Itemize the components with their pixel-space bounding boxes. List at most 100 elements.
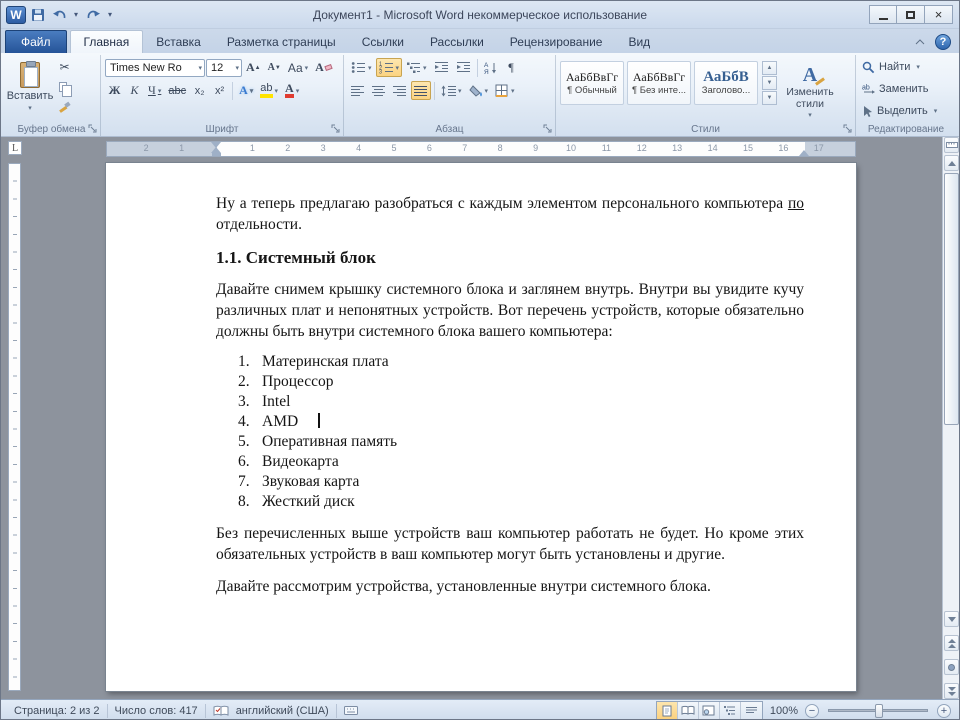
clear-formatting-button[interactable]: А (312, 58, 335, 77)
qat-customize-button[interactable]: ▾ (105, 6, 115, 24)
right-indent-marker[interactable] (799, 150, 809, 156)
bullets-button[interactable] (348, 58, 375, 77)
font-size-combo[interactable]: 12 ▾ (206, 58, 242, 77)
align-center-button[interactable] (369, 81, 389, 100)
tab-view[interactable]: Вид (615, 31, 663, 53)
select-browse-object-button[interactable] (944, 659, 959, 675)
web-layout-view-button[interactable] (699, 702, 720, 719)
styles-scroll-up-button[interactable]: ▲ (762, 61, 777, 75)
fullscreen-reading-view-button[interactable] (678, 702, 699, 719)
style-normal[interactable]: АаБбВвГг ¶ Обычный (560, 61, 624, 105)
tab-file[interactable]: Файл (5, 30, 67, 53)
subscript-button[interactable]: x₂ (190, 81, 209, 100)
undo-button[interactable] (50, 6, 68, 24)
styles-scroll-down-button[interactable]: ▼ (762, 76, 777, 90)
input-mode-icon[interactable] (337, 700, 365, 720)
font-color-button[interactable]: А (282, 81, 302, 100)
previous-page-button[interactable] (944, 635, 959, 651)
minimize-button[interactable] (869, 5, 897, 24)
grow-font-button[interactable]: А ▲ (243, 58, 264, 77)
italic-button[interactable]: К (125, 81, 144, 100)
paste-button[interactable]: Вставить ▾ (7, 57, 53, 121)
document-page[interactable]: Ну а теперь предлагаю разобраться с кажд… (106, 163, 856, 691)
tab-insert[interactable]: Вставка (143, 31, 214, 53)
list-text: Процессор (262, 373, 334, 390)
word-logo-icon[interactable]: W (6, 5, 26, 24)
copy-button[interactable] (55, 77, 74, 97)
highlight-color-button[interactable]: ab (257, 81, 281, 100)
style-heading1[interactable]: АаБбВ Заголово... (694, 61, 758, 105)
word-count[interactable]: Число слов: 417 (108, 700, 205, 719)
dialog-launcher-icon (331, 124, 340, 133)
scrollbar-thumb[interactable] (944, 173, 959, 425)
show-marks-button[interactable]: ¶ (502, 58, 521, 77)
vertical-scrollbar[interactable] (942, 137, 959, 699)
redo-button[interactable] (84, 6, 102, 24)
outline-view-button[interactable] (720, 702, 741, 719)
change-case-button[interactable]: Аа (285, 58, 311, 77)
tab-mailings[interactable]: Рассылки (417, 31, 497, 53)
tab-home[interactable]: Главная (69, 30, 144, 53)
line-spacing-button[interactable] (438, 81, 465, 100)
horizontal-ruler[interactable]: 2 1 1 2 3 4 5 6 7 8 9 10 11 12 13 14 15 16 17 (106, 141, 856, 157)
strikethrough-button[interactable]: abc (165, 81, 189, 100)
left-indent-marker[interactable] (212, 153, 221, 156)
find-button[interactable]: Найти (860, 57, 937, 77)
zoom-level[interactable]: 100% (770, 705, 798, 717)
zoom-in-button[interactable]: + (937, 703, 951, 718)
underline-button[interactable]: Ч (145, 81, 164, 100)
justify-button[interactable] (411, 81, 431, 100)
numbering-button[interactable]: 123 (375, 58, 403, 77)
font-family-dropdown-arrow[interactable]: ▾ (195, 64, 202, 72)
sort-button[interactable]: АЯ (481, 58, 501, 77)
bold-button[interactable]: Ж (105, 81, 124, 100)
align-right-button[interactable] (390, 81, 410, 100)
tab-page-layout[interactable]: Разметка страницы (214, 31, 349, 53)
styles-dialog-launcher[interactable] (842, 123, 853, 134)
font-dialog-launcher[interactable] (330, 123, 341, 134)
replace-button[interactable]: ab Заменить (860, 79, 937, 99)
font-size-dropdown-arrow[interactable]: ▾ (232, 64, 239, 72)
paragraph-dialog-launcher[interactable] (542, 123, 553, 134)
language-indicator[interactable]: английский (США) (236, 700, 336, 719)
scroll-up-button[interactable] (944, 155, 959, 171)
change-styles-button[interactable]: А Изменить стили ▾ (781, 61, 839, 122)
tab-references[interactable]: Ссылки (349, 31, 417, 53)
shrink-font-button[interactable]: А ▼ (265, 58, 284, 77)
tab-stop-selector[interactable]: L (8, 141, 22, 155)
proofing-status-button[interactable] (206, 700, 236, 720)
decrease-indent-button[interactable] (431, 58, 452, 77)
ruler-toggle-button[interactable] (944, 137, 959, 153)
paste-dropdown-arrow[interactable]: ▾ (28, 104, 32, 112)
vertical-ruler[interactable] (8, 163, 21, 691)
zoom-slider-thumb[interactable] (875, 704, 883, 718)
multilevel-list-button[interactable] (403, 58, 430, 77)
undo-dropdown[interactable]: ▾ (71, 6, 81, 24)
styles-more-button[interactable]: ▼ (762, 91, 777, 105)
minimize-ribbon-button[interactable] (911, 34, 929, 50)
tab-review[interactable]: Рецензирование (497, 31, 616, 53)
text-effects-button[interactable]: А (236, 81, 256, 100)
select-button[interactable]: Выделить (860, 101, 937, 121)
next-page-button[interactable] (944, 683, 959, 699)
superscript-button[interactable]: x² (210, 81, 229, 100)
borders-button[interactable] (492, 81, 518, 100)
zoom-out-button[interactable]: − (805, 703, 819, 718)
style-no-spacing[interactable]: АаБбВвГг ¶ Без инте... (627, 61, 691, 105)
save-button[interactable] (29, 6, 47, 24)
align-left-button[interactable] (348, 81, 368, 100)
cut-button[interactable]: ✂ (55, 57, 74, 76)
close-button[interactable]: × (925, 5, 953, 24)
print-layout-view-button[interactable] (656, 702, 678, 719)
font-family-combo[interactable]: Times New Ro ▾ (105, 58, 205, 77)
help-button[interactable]: ? (935, 34, 951, 50)
zoom-slider[interactable] (828, 704, 928, 718)
maximize-button[interactable] (897, 5, 925, 24)
scroll-down-button[interactable] (944, 611, 959, 627)
page-indicator[interactable]: Страница: 2 из 2 (7, 700, 107, 719)
format-painter-button[interactable] (55, 97, 74, 116)
draft-view-button[interactable] (741, 702, 762, 719)
clipboard-dialog-launcher[interactable] (87, 123, 98, 134)
increase-indent-button[interactable] (453, 58, 474, 77)
shading-button[interactable] (466, 81, 492, 100)
